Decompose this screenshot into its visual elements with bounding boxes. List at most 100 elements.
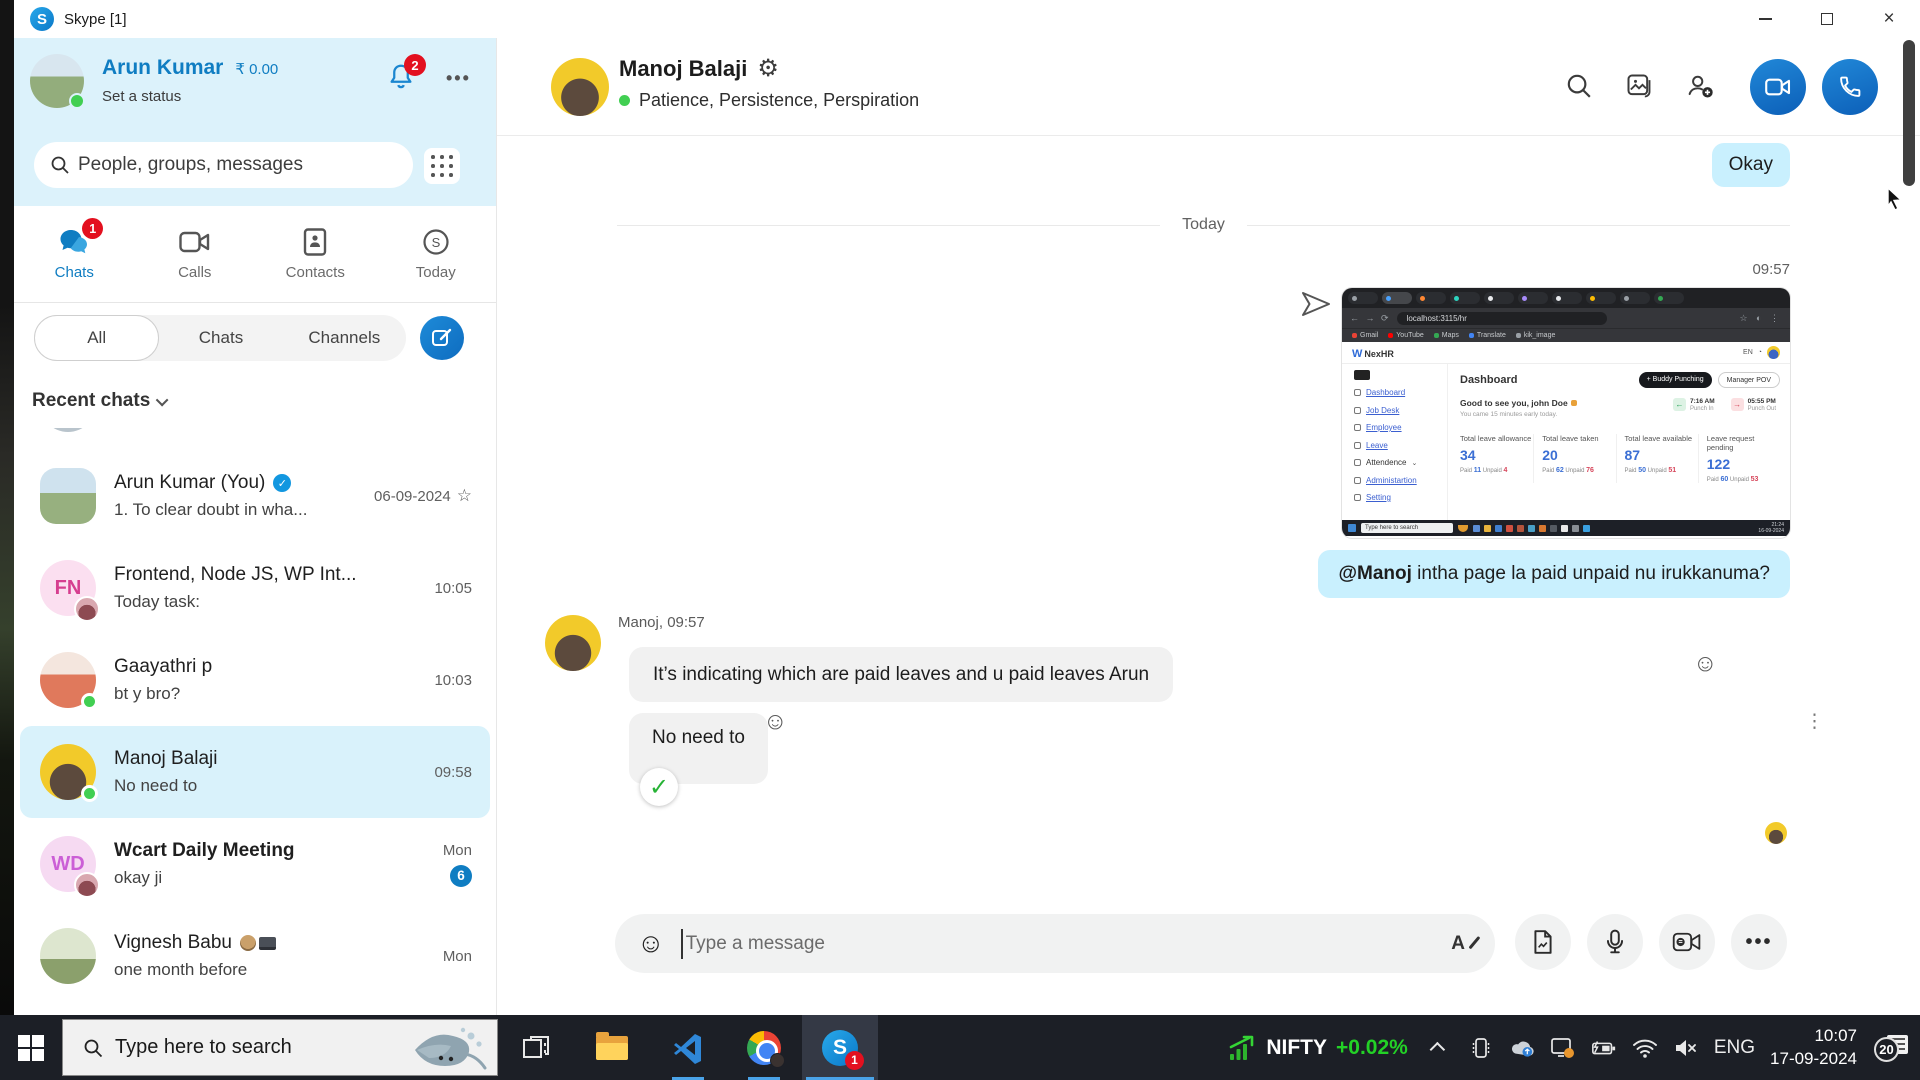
chrome-button[interactable] xyxy=(726,1015,802,1080)
chat-filter-pill[interactable]: All xyxy=(34,315,159,361)
sidebar-header: Arun Kumar ₹ 0.00 Set a status 2 ••• Peo… xyxy=(14,38,496,206)
tab-label: Chats xyxy=(55,264,94,281)
star-icon[interactable]: ☆ xyxy=(457,486,472,506)
avatar-initials: WD xyxy=(51,853,84,876)
start-button[interactable] xyxy=(0,1015,62,1080)
image-message[interactable]: ← → ⟳ localhost:3115/hr ☆ ◐ ⋮ GmailYouTu… xyxy=(1342,288,1790,538)
nifty-ticker-widget[interactable]: NIFTY +0.02% xyxy=(1227,1033,1407,1063)
profile-name[interactable]: Arun Kumar xyxy=(102,56,223,80)
dialpad-button[interactable] xyxy=(424,148,460,184)
attach-file-button[interactable] xyxy=(1515,914,1571,970)
chat-list-item[interactable]: Arun Kumar (You) ✓ 1. To clear doubt in … xyxy=(20,450,490,542)
chat-list-item[interactable]: Manoj Balaji ✓ No need to 09:58 ☆ xyxy=(20,726,490,818)
bookmark-item: Maps xyxy=(1434,332,1459,339)
more-actions-button[interactable]: ••• xyxy=(1731,914,1787,970)
video-message-button[interactable] xyxy=(1659,914,1715,970)
hr-sidebar: DashboardJob DeskEmployeeLeaveAttendence… xyxy=(1342,364,1448,520)
gear-icon[interactable]: ⚙ xyxy=(757,54,779,83)
today-icon: S xyxy=(422,228,450,256)
outgoing-message[interactable]: @Manoj intha page la paid unpaid nu iruk… xyxy=(1318,550,1790,598)
skype-taskbar-button[interactable]: S1 xyxy=(802,1015,878,1080)
battery-icon[interactable] xyxy=(1591,1035,1617,1061)
action-center-button[interactable]: 20 xyxy=(1876,1033,1910,1063)
react-smiley-icon[interactable]: ☺ xyxy=(1693,650,1718,678)
chat-list-item[interactable]: Gaayathri p ✓ bt y bro? 10:03 ☆ xyxy=(20,634,490,726)
chat-list-item-clipped[interactable] xyxy=(20,428,490,450)
chat-filter-pill[interactable]: Chats xyxy=(159,315,282,361)
new-chat-button[interactable] xyxy=(420,316,464,360)
minimize-button[interactable] xyxy=(1734,0,1796,38)
audio-call-button[interactable] xyxy=(1822,59,1878,115)
tab-calls[interactable]: Calls xyxy=(135,206,256,302)
message-options-icon[interactable]: ⋮ xyxy=(1805,710,1824,733)
notifications-button[interactable]: 2 xyxy=(386,62,418,94)
chat-preview: Today task: xyxy=(114,592,434,612)
desktop-wallpaper-strip xyxy=(0,0,14,1015)
chat-list-item[interactable]: Vignesh Babu ✓ one month before Mon ☆ xyxy=(20,910,490,1002)
language-indicator[interactable]: ENG xyxy=(1714,1037,1755,1059)
skype-credit-balance[interactable]: ₹ 0.00 xyxy=(235,60,278,78)
search-input[interactable]: People, groups, messages xyxy=(34,142,413,188)
reaction-badge[interactable]: ✓ xyxy=(640,768,678,806)
your-phone-icon[interactable] xyxy=(1468,1035,1494,1061)
chat-time: 09:58 xyxy=(434,764,472,781)
gallery-button[interactable] xyxy=(1625,72,1655,102)
text-cursor xyxy=(681,929,683,959)
forward-icon[interactable] xyxy=(1299,289,1333,319)
volume-muted-icon[interactable] xyxy=(1673,1035,1699,1061)
phone-icon xyxy=(1838,75,1862,99)
conversation-header: Manoj Balaji ⚙ Patience, Persistence, Pe… xyxy=(497,38,1920,136)
sender-avatar[interactable] xyxy=(545,615,601,671)
tab-contacts[interactable]: Contacts xyxy=(255,206,376,302)
leave-stat: Leave request pending 122 Paid 60 Unpaid… xyxy=(1698,434,1780,483)
contact-name[interactable]: Manoj Balaji xyxy=(619,56,747,82)
chat-list-item[interactable]: FN Frontend, Node JS, WP Int... ✓ Today … xyxy=(20,542,490,634)
clock[interactable]: 10:07 17-09-2024 xyxy=(1770,1025,1857,1071)
window-title: Skype [1] xyxy=(64,11,127,28)
text-format-icon[interactable]: A xyxy=(1451,933,1473,955)
task-view-button[interactable] xyxy=(498,1015,574,1080)
voice-message-button[interactable] xyxy=(1587,914,1643,970)
incoming-message[interactable]: It’s indicating which are paid leaves an… xyxy=(629,647,1173,702)
taskbar-search-box[interactable]: Type here to search xyxy=(62,1019,498,1076)
folder-icon xyxy=(596,1036,628,1060)
outgoing-message[interactable]: Okay xyxy=(1712,143,1790,187)
time: 10:07 xyxy=(1814,1026,1857,1045)
contact-avatar[interactable] xyxy=(551,58,609,116)
search-conversation-button[interactable] xyxy=(1565,72,1595,102)
more-options-button[interactable]: ••• xyxy=(446,68,471,89)
scrollbar-thumb[interactable] xyxy=(1903,40,1915,186)
video-call-button[interactable] xyxy=(1750,59,1806,115)
skype-logo-icon: S xyxy=(30,7,54,31)
chat-avatar: FN xyxy=(40,560,96,616)
message-input[interactable]: ☺ Type a message A xyxy=(615,914,1495,973)
chat-filter-pill[interactable]: Channels xyxy=(283,315,406,361)
conversation-pane: Manoj Balaji ⚙ Patience, Persistence, Pe… xyxy=(497,38,1920,1015)
incoming-message[interactable]: No need to ✓ xyxy=(629,713,768,784)
recent-chats-header[interactable]: Recent chats xyxy=(32,390,168,412)
onedrive-icon[interactable] xyxy=(1509,1035,1535,1061)
chat-time: 06-09-2024 xyxy=(374,488,451,505)
chat-time: Mon xyxy=(443,842,472,859)
video-message-icon xyxy=(1672,931,1702,953)
punch-in-icon: ← xyxy=(1673,398,1686,411)
display-settings-icon[interactable] xyxy=(1550,1035,1576,1061)
ticker-change: +0.02% xyxy=(1336,1036,1408,1060)
maximize-button[interactable] xyxy=(1796,0,1858,38)
chat-name: Arun Kumar (You) xyxy=(114,472,265,494)
emoji-picker-icon[interactable]: ☺ xyxy=(637,928,665,959)
add-people-button[interactable] xyxy=(1685,72,1715,102)
show-hidden-icons-button[interactable] xyxy=(1427,1035,1453,1061)
tab-chats[interactable]: 1 Chats xyxy=(14,206,135,302)
profile-avatar[interactable] xyxy=(30,54,84,108)
set-status-link[interactable]: Set a status xyxy=(102,88,181,105)
vscode-button[interactable] xyxy=(650,1015,726,1080)
react-smiley-icon[interactable]: ☺ xyxy=(763,708,788,736)
hr-menu-item: Administartion xyxy=(1354,476,1447,485)
search-highlight-stingray-image[interactable] xyxy=(405,1022,491,1075)
file-explorer-button[interactable] xyxy=(574,1015,650,1080)
tab-today[interactable]: S Today xyxy=(376,206,497,302)
close-button[interactable]: × xyxy=(1858,0,1920,38)
chat-list-item[interactable]: WD Wcart Daily Meeting ✓ okay ji Mon ☆ 6 xyxy=(20,818,490,910)
wifi-icon[interactable] xyxy=(1632,1035,1658,1061)
